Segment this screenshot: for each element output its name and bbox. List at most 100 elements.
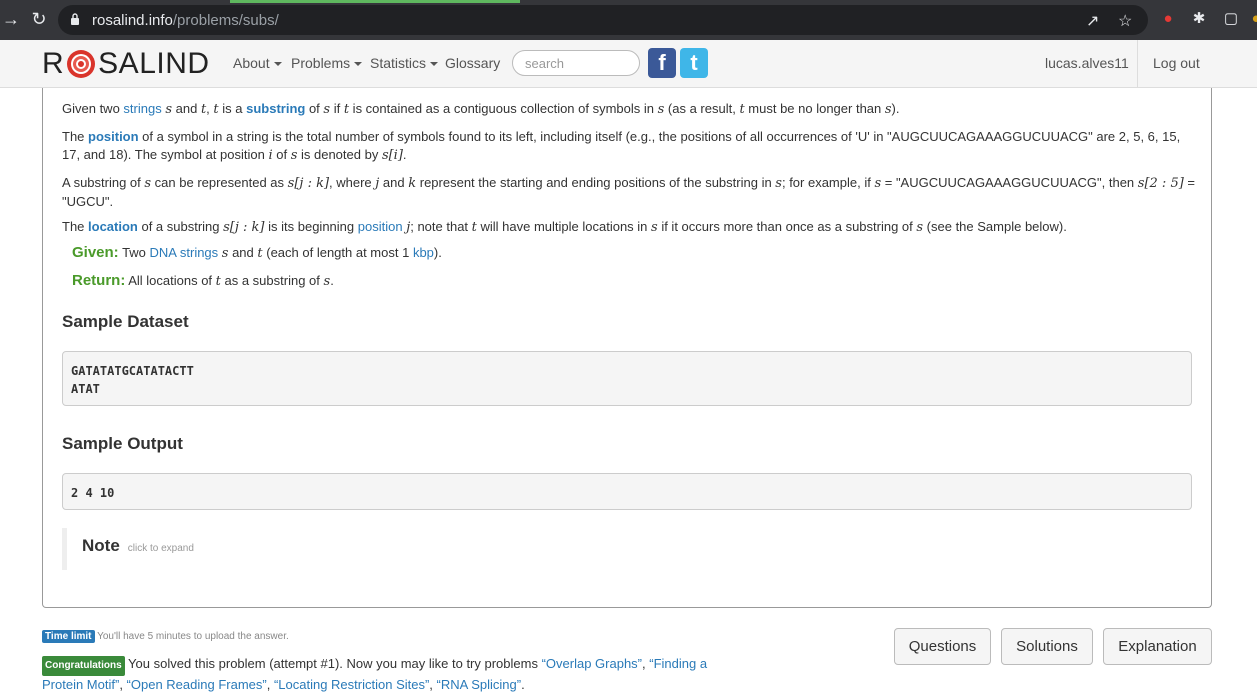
rose-logo-icon [67, 50, 96, 78]
nav-problems-label: Problems [291, 55, 351, 71]
explanation-button[interactable]: Explanation [1103, 628, 1212, 665]
twitter-icon[interactable]: t [680, 48, 708, 78]
math-s-jk: s[j : k] [287, 176, 330, 191]
caret-down-icon [273, 62, 282, 67]
bookmark-star-icon[interactable]: ☆ [1118, 11, 1132, 31]
strings-link[interactable]: strings [123, 101, 161, 116]
logout-link[interactable]: Log out [1153, 55, 1200, 71]
text: The [62, 219, 89, 234]
share-icon[interactable]: ↗ [1086, 11, 1099, 31]
username-link[interactable]: lucas.alves11 [1045, 55, 1129, 71]
profile-icon[interactable]: ● [1245, 8, 1257, 30]
nav-about-label: About [233, 55, 270, 71]
url-host: rosalind.info [92, 12, 173, 29]
location-link[interactable]: location [88, 219, 138, 234]
forward-icon[interactable]: → [0, 8, 22, 30]
sample-dataset-box: GATATATGCATATACTT ATAT [62, 351, 1192, 406]
math-s: s [884, 102, 892, 117]
time-limit-badge: Time limit [42, 630, 95, 643]
return-label: Return: [72, 272, 126, 289]
text: and [379, 175, 409, 190]
next-problem-link[interactable]: “Locating Restriction Sites” [274, 677, 429, 692]
text: A substring of [62, 175, 145, 190]
text: Given two [62, 101, 124, 116]
sample-dataset-line: ATAT [71, 382, 100, 396]
text: represent the starting and ending positi… [416, 175, 776, 190]
text: must be no longer than [744, 101, 885, 116]
note-expander[interactable]: Note click to expand [62, 528, 209, 570]
given-section: Given: Two DNA strings s and t (each of … [72, 244, 442, 261]
sample-dataset-line: GATATATGCATATACTT [71, 364, 194, 378]
position-link[interactable]: position [88, 129, 139, 144]
math-s-jk: s[j : k] [223, 220, 265, 235]
text: will have multiple locations in [476, 219, 652, 234]
nav-glossary[interactable]: Glossary [445, 55, 500, 71]
text: is its beginning [264, 219, 358, 234]
next-problem-link[interactable]: “Overlap Graphs” [542, 656, 642, 671]
math-s: s [775, 176, 782, 191]
text: as a substring of [220, 273, 324, 288]
solutions-button[interactable]: Solutions [1001, 628, 1093, 665]
caret-down-icon [430, 62, 439, 67]
logo-text-salind: SALIND [98, 47, 210, 80]
text: Two [118, 245, 150, 260]
math-s-i: s[i] [381, 148, 403, 163]
text: ). [891, 101, 900, 116]
substring-link[interactable]: substring [246, 101, 305, 116]
text: = "AUGCUUCAGAAAGGUCUUACG", then [881, 175, 1138, 190]
text: All locations of [125, 273, 216, 288]
return-section: Return: All locations of t as a substrin… [72, 272, 334, 289]
next-problem-link[interactable]: “RNA Splicing” [437, 677, 522, 692]
math-s-25: s[2 : 5] [1137, 176, 1184, 191]
nav-divider [1137, 40, 1138, 88]
questions-button[interactable]: Questions [894, 628, 991, 665]
reload-icon[interactable]: ↻ [28, 8, 50, 30]
text: (as a result, [664, 101, 740, 116]
dna-strings-link[interactable]: DNA strings [150, 245, 219, 260]
nav-problems[interactable]: Problems [291, 55, 363, 71]
url-path: /problems/subs/ [172, 12, 279, 29]
nav-about[interactable]: About [233, 55, 282, 71]
congratulations-badge: Congratulations [42, 656, 125, 676]
text: ). [433, 245, 442, 260]
congratulations-message: Congratulations You solved this problem … [42, 656, 708, 692]
active-tab-indicator [230, 0, 520, 3]
problem-paragraph-3: A substring of s can be represented as s… [62, 174, 1197, 211]
time-limit-row: Time limit You'll have 5 minutes to uplo… [42, 630, 289, 643]
text: ; note that [410, 219, 472, 234]
adblock-extension-icon[interactable]: ● [1157, 8, 1179, 30]
text: ; for example, if [781, 175, 875, 190]
logo-text-r: R [42, 47, 65, 80]
text: is denoted by [297, 147, 382, 162]
search-input[interactable]: search [512, 50, 640, 76]
text: and [228, 245, 258, 260]
caret-down-icon [354, 62, 363, 67]
address-bar[interactable]: rosalind.info/problems/subs/ ↗ ☆ [58, 5, 1148, 35]
problem-panel: Given two strings s and t, t is a substr… [42, 88, 1212, 608]
kbp-link[interactable]: kbp [413, 245, 434, 260]
text: is a [218, 101, 247, 116]
sample-dataset-heading: Sample Dataset [62, 312, 189, 331]
sample-output-heading: Sample Output [62, 434, 183, 453]
sample-output-line: 2 4 10 [71, 486, 115, 500]
text: of a substring [137, 219, 224, 234]
window-icon[interactable]: ▢ [1220, 8, 1242, 30]
problem-paragraph-4: The location of a substring s[j : k] is … [62, 218, 1197, 237]
next-problem-link[interactable]: “Open Reading Frames” [127, 677, 267, 692]
text: if [330, 101, 344, 116]
problem-paragraph-1: Given two strings s and t, t is a substr… [62, 100, 1197, 119]
browser-chrome: → ↻ rosalind.info/problems/subs/ ↗ ☆ ● ✱… [0, 0, 1257, 40]
facebook-icon[interactable]: f [648, 48, 676, 78]
text: (each of length at most 1 [262, 245, 413, 260]
text: is contained as a contiguous collection … [349, 101, 658, 116]
rosalind-logo[interactable]: R SALIND [42, 47, 210, 80]
text: of [272, 147, 291, 162]
math-k: k [408, 176, 417, 191]
text: if it occurs more than once as a substri… [657, 219, 917, 234]
extensions-puzzle-icon[interactable]: ✱ [1188, 8, 1210, 30]
nav-statistics[interactable]: Statistics [370, 55, 439, 71]
lock-icon [71, 13, 79, 25]
position-link[interactable]: position [358, 219, 403, 234]
site-navbar: R SALIND About Problems Statistics Gloss… [0, 40, 1257, 88]
problem-paragraph-2: The position of a symbol in a string is … [62, 129, 1181, 163]
